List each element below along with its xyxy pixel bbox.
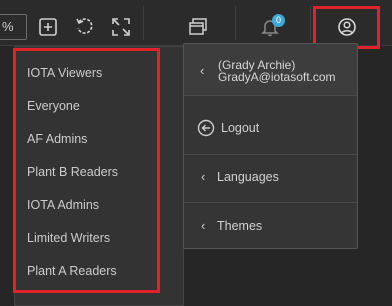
chevron-left-icon: ‹	[201, 218, 206, 233]
user-email: GradyA@iotasoft.com	[218, 70, 336, 84]
user-circle-icon[interactable]	[337, 17, 357, 37]
account-menu: ‹ (Grady Archie) GradyA@iotasoft.com Log…	[183, 43, 358, 249]
group-item[interactable]: IOTA Admins	[27, 191, 167, 219]
zoom-input[interactable]: %	[0, 14, 27, 40]
group-item[interactable]: Everyone	[27, 92, 167, 120]
add-icon[interactable]	[38, 17, 58, 37]
group-item[interactable]: IOTA Viewers	[27, 59, 167, 87]
chevron-left-icon: ‹	[200, 63, 205, 78]
user-info-item[interactable]: ‹ (Grady Archie) GradyA@iotasoft.com	[184, 44, 357, 96]
chevron-left-icon: ‹	[201, 169, 206, 184]
app-root: % 0 IOTA Viewers Everyone AF Admins Plan…	[0, 0, 392, 306]
top-toolbar: % 0	[0, 0, 392, 46]
group-item[interactable]: Plant A Readers	[27, 257, 167, 285]
group-item[interactable]: AF Admins	[27, 125, 167, 153]
logout-icon	[197, 119, 215, 137]
logout-label: Logout	[221, 121, 260, 135]
themes-label: Themes	[217, 219, 263, 233]
toolbar-separator	[143, 6, 144, 40]
windows-icon[interactable]	[188, 17, 208, 37]
fullscreen-icon[interactable]	[111, 17, 131, 37]
group-item[interactable]: Limited Writers	[27, 224, 167, 252]
groups-list-panel: IOTA Viewers Everyone AF Admins Plant B …	[14, 46, 184, 306]
menu-divider	[184, 202, 357, 203]
notification-badge: 0	[272, 14, 285, 27]
toolbar-separator	[310, 6, 311, 40]
menu-divider	[184, 154, 357, 155]
group-item[interactable]: Plant B Readers	[27, 158, 167, 186]
toolbar-separator	[235, 6, 236, 40]
languages-label: Languages	[217, 170, 279, 184]
refresh-icon[interactable]	[75, 17, 95, 37]
